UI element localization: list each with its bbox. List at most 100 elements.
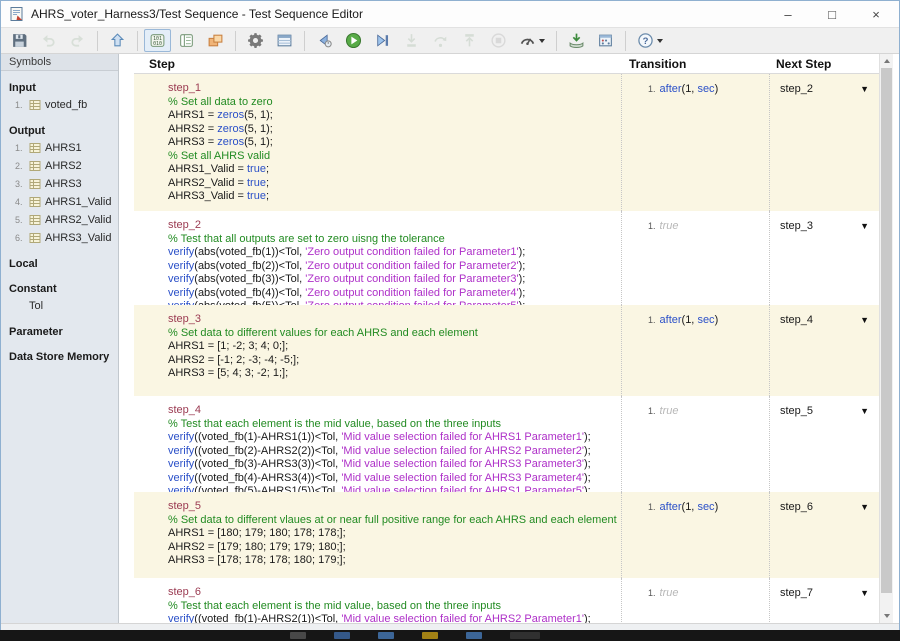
data-symbol-icon — [29, 142, 41, 154]
step-cell[interactable]: step_3% Set data to different values for… — [134, 305, 621, 396]
settings-button[interactable] — [242, 29, 269, 52]
redo-button[interactable] — [64, 29, 91, 52]
next-step-dropdown-icon[interactable]: ▼ — [860, 313, 869, 327]
close-button[interactable]: × — [867, 7, 885, 22]
taskbar-icon[interactable] — [290, 632, 306, 639]
open-in-model-button[interactable] — [202, 29, 229, 52]
step-out-button[interactable] — [456, 29, 483, 52]
next-step-cell[interactable]: step_2▼ — [769, 74, 879, 211]
taskbar-icon[interactable] — [510, 632, 540, 639]
step-in-button[interactable] — [398, 29, 425, 52]
run-button[interactable] — [340, 29, 367, 52]
transition-index: 1. — [648, 406, 656, 416]
scrollbar-thumb[interactable] — [881, 68, 892, 593]
toolbar-separator — [97, 31, 98, 51]
next-step-cell[interactable]: step_7▼ — [769, 578, 879, 623]
code-line: AHRS3 = zeros(5, 1); — [168, 136, 617, 150]
table-header: Step Transition Next Step — [134, 54, 879, 74]
next-step-cell[interactable]: step_6▼ — [769, 492, 879, 578]
sequence-row-step_4: step_4% Test that each element is the mi… — [134, 396, 879, 492]
next-step-cell[interactable]: step_4 ▼ — [769, 305, 879, 396]
show-outline-button[interactable] — [173, 29, 200, 52]
simulation-pacing-icon — [519, 32, 536, 49]
run-icon — [345, 32, 362, 49]
code-line: verify((voted_fb(4)-AHRS3(4))<Tol, 'Mid … — [168, 472, 617, 486]
scroll-down-icon — [884, 614, 890, 618]
help-button[interactable]: ? — [632, 29, 668, 52]
next-step-dropdown-icon[interactable]: ▼ — [860, 219, 869, 233]
step-back-button[interactable] — [311, 29, 338, 52]
code-line: AHRS2 = [179; 180; 179; 179; 180;]; — [168, 541, 617, 555]
taskbar-icon[interactable] — [378, 632, 394, 639]
export-data-button[interactable] — [563, 29, 590, 52]
symbol-item-ahrs1_valid[interactable]: 4.AHRS1_Valid — [1, 193, 118, 211]
next-step-dropdown-icon[interactable]: ▼ — [860, 82, 869, 96]
toolbar-separator — [235, 31, 236, 51]
minimize-button[interactable]: – — [779, 7, 797, 22]
step-cell[interactable]: step_5% Set data to different vlaues at … — [134, 492, 621, 578]
transition-cell[interactable]: 1.after(1, sec) — [621, 74, 769, 211]
code-line: verify((voted_fb(2)-AHRS2(2))<Tol, 'Mid … — [168, 445, 617, 459]
symbol-item-ahrs2[interactable]: 2.AHRS2 — [1, 157, 118, 175]
go-to-parent-button[interactable] — [104, 29, 131, 52]
transition-cell[interactable]: 1.after(1, sec) — [621, 305, 769, 396]
save-icon — [11, 32, 28, 49]
transition-cell[interactable]: 1.true — [621, 578, 769, 623]
undo-icon — [40, 32, 57, 49]
step-cell[interactable]: step_2% Test that all outputs are set to… — [134, 211, 621, 305]
step-cell[interactable]: step_6% Test that each element is the mi… — [134, 578, 621, 623]
chevron-down-icon — [657, 39, 663, 43]
taskbar-icon[interactable] — [334, 632, 350, 639]
taskbar-icon[interactable] — [466, 632, 482, 639]
taskbar-icon[interactable] — [422, 632, 438, 639]
breakpoint-list-icon — [597, 32, 614, 49]
step-cell[interactable]: step_4% Test that each element is the mi… — [134, 396, 621, 492]
code-line: % Test that each element is the mid valu… — [168, 600, 617, 614]
step-cell[interactable]: step_1% Set all data to zeroAHRS1 = zero… — [134, 74, 621, 211]
maximize-button[interactable]: □ — [823, 7, 841, 22]
symbol-index: 3. — [15, 179, 29, 189]
step-forward-button[interactable] — [369, 29, 396, 52]
breakpoint-list-button[interactable] — [592, 29, 619, 52]
parameter-table-button[interactable] — [271, 29, 298, 52]
toolbar: 101010? — [1, 27, 899, 54]
next-step-cell[interactable]: step_5▼ — [769, 396, 879, 492]
show-symbols-button[interactable]: 101010 — [144, 29, 171, 52]
save-button[interactable] — [6, 29, 33, 52]
stop-button[interactable] — [485, 29, 512, 52]
code-line: verify(abs(voted_fb(3))<Tol, 'Zero outpu… — [168, 273, 617, 287]
sequence-row-step_6: step_6% Test that each element is the mi… — [134, 578, 879, 623]
sequence-row-step_3: step_3% Set data to different values for… — [134, 305, 879, 396]
column-header-transition: Transition — [621, 57, 769, 71]
symbol-name: AHRS3_Valid — [45, 232, 111, 244]
transition-cell[interactable]: 1.true — [621, 211, 769, 305]
next-step-dropdown-icon[interactable]: ▼ — [860, 586, 869, 600]
transition-cell[interactable]: 1.true — [621, 396, 769, 492]
simulation-pacing-button[interactable] — [514, 29, 550, 52]
data-symbol-icon — [29, 178, 41, 190]
symbol-item-ahrs3_valid[interactable]: 6.AHRS3_Valid — [1, 229, 118, 247]
step-forward-icon — [374, 32, 391, 49]
symbol-item-tol[interactable]: Tol — [1, 297, 118, 315]
step-name: step_1 — [168, 82, 201, 94]
vertical-scrollbar[interactable] — [879, 54, 893, 623]
next-step-dropdown-icon[interactable]: ▼ — [860, 500, 869, 514]
show-symbols-icon: 101010 — [149, 32, 166, 49]
next-step-cell[interactable]: step_3▼ — [769, 211, 879, 305]
next-step-value: step_4 — [780, 313, 813, 327]
code-line: AHRS3 = [178; 178; 178; 180; 179;]; — [168, 554, 617, 568]
symbol-name: Tol — [29, 300, 43, 312]
symbol-item-voted_fb[interactable]: 1.voted_fb — [1, 96, 118, 114]
scroll-down-button[interactable] — [880, 609, 893, 623]
transition-index: 1. — [648, 84, 656, 94]
symbols-section-output: Output — [1, 114, 118, 139]
transition-cell[interactable]: 1.after(1, sec) — [621, 492, 769, 578]
next-step-dropdown-icon[interactable]: ▼ — [860, 404, 869, 418]
symbol-item-ahrs2_valid[interactable]: 5.AHRS2_Valid — [1, 211, 118, 229]
symbols-section-constant: Constant — [1, 272, 118, 297]
step-over-button[interactable] — [427, 29, 454, 52]
undo-button[interactable] — [35, 29, 62, 52]
symbol-item-ahrs1[interactable]: 1.AHRS1 — [1, 139, 118, 157]
scroll-up-button[interactable] — [880, 54, 893, 68]
symbol-item-ahrs3[interactable]: 3.AHRS3 — [1, 175, 118, 193]
